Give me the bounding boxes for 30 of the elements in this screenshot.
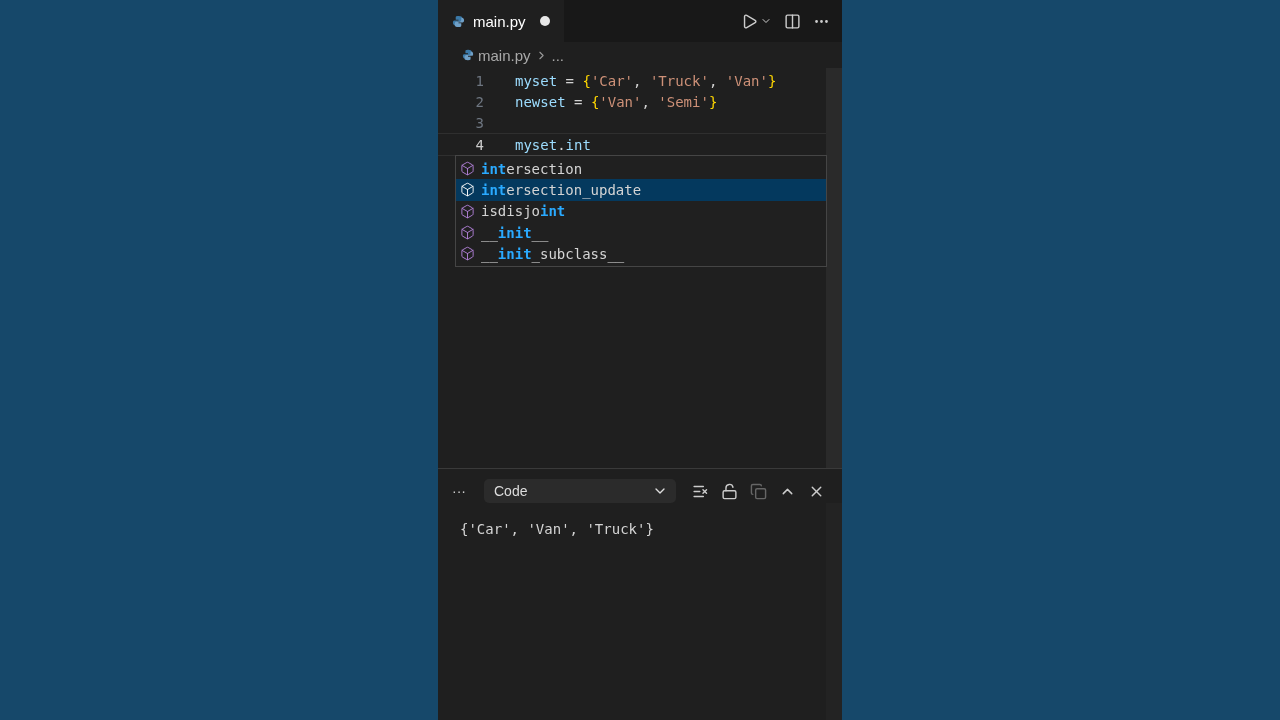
editor-tab[interactable]: main.py <box>438 0 564 42</box>
run-icon[interactable] <box>741 12 758 30</box>
method-icon <box>460 246 475 262</box>
method-icon <box>460 182 475 198</box>
line-number: 2 <box>474 93 485 110</box>
line-number: 4 <box>474 136 485 153</box>
code-text: myset = {'Car', 'Truck', 'Van'} <box>515 72 777 89</box>
suggestion-item[interactable]: intersection <box>456 158 826 180</box>
python-icon <box>452 14 465 28</box>
method-icon <box>460 161 475 177</box>
code-text: myset.int <box>515 136 591 153</box>
output-text: {'Car', 'Van', 'Truck'} <box>460 521 654 537</box>
copy-icon[interactable] <box>750 482 767 500</box>
split-editor-icon[interactable] <box>784 12 801 30</box>
more-icon[interactable]: ··· <box>452 483 472 499</box>
method-icon <box>460 203 475 219</box>
method-icon <box>460 225 475 241</box>
suggestion-item[interactable]: intersection_update <box>456 179 826 201</box>
python-icon <box>462 49 474 61</box>
breadcrumb-item[interactable]: ... <box>551 46 565 64</box>
output-dropdown[interactable]: Code <box>484 479 676 503</box>
line-number: 3 <box>474 115 485 132</box>
code-text: newset = {'Van', 'Semi'} <box>515 93 718 110</box>
suggestion-item[interactable]: isdisjoint <box>456 200 826 222</box>
suggestion-item[interactable]: __init_subclass__ <box>456 243 826 265</box>
breadcrumb-item[interactable]: main.py <box>478 46 531 64</box>
suggestion-item[interactable]: __init__ <box>456 221 826 244</box>
unlock-icon[interactable] <box>721 482 738 500</box>
line-number: 1 <box>474 72 485 89</box>
tab-title: main.py <box>473 12 527 30</box>
